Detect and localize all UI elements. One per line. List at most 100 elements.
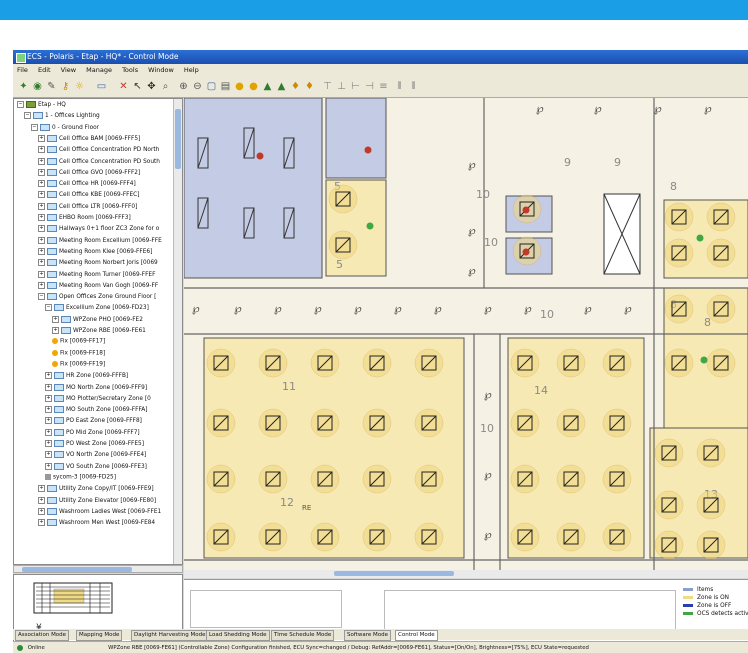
delete-icon[interactable]: ✕: [117, 80, 130, 93]
menu-window[interactable]: Window: [144, 64, 178, 77]
expand-toggle-icon[interactable]: +: [45, 451, 52, 459]
menu-help[interactable]: Help: [180, 64, 203, 77]
device-icon[interactable]: ◉: [31, 80, 44, 93]
tree-horizontal-scrollbar[interactable]: [13, 565, 183, 573]
expand-toggle-icon[interactable]: +: [45, 428, 52, 436]
expand-toggle-icon[interactable]: +: [38, 259, 45, 267]
expand-toggle-icon[interactable]: +: [38, 485, 45, 493]
zone-number-label[interactable]: 10: [480, 422, 494, 435]
tab-daylight-harvesting-mode[interactable]: Daylight Harvesting Mode: [131, 630, 209, 641]
menu-file[interactable]: File: [13, 64, 32, 77]
tree-node[interactable]: + PO East Zone [0069-FFF8]: [45, 417, 142, 425]
tree-node[interactable]: + Hallways 0+1 floor ZC3 Zone for o: [38, 225, 159, 233]
tab-association-mode[interactable]: Association Mode: [15, 630, 70, 641]
tree-node[interactable]: + Utility Zone Elevator [0069-FE80]: [38, 496, 156, 505]
tree-node[interactable]: + MO North Zone [0069-FFF9]: [45, 383, 147, 392]
tree-node[interactable]: + Meeting Room Turner [0069-FFEF: [38, 270, 155, 279]
expand-toggle-icon[interactable]: +: [45, 394, 52, 402]
expand-toggle-icon[interactable]: +: [45, 383, 52, 391]
zone-number-label[interactable]: 14: [534, 384, 548, 397]
tree-node[interactable]: + Meeting Room Excellium [0069-FFE: [38, 236, 162, 245]
tree-node[interactable]: + PO Mid Zone [0069-FFF7]: [45, 428, 140, 437]
align-icon-3[interactable]: ⊢: [349, 80, 362, 93]
move-icon[interactable]: ✥: [145, 80, 158, 93]
tree-node[interactable]: − Excellium Zone [0069-FD23]: [45, 304, 149, 312]
expand-toggle-icon[interactable]: +: [45, 440, 52, 447]
expand-toggle-icon[interactable]: +: [45, 417, 52, 425]
tree-node[interactable]: + MO Plotter/Secretary Zone [0: [45, 394, 151, 403]
align-icon-5[interactable]: ≡: [377, 80, 390, 93]
expand-toggle-icon[interactable]: +: [38, 191, 45, 199]
zone-number-label[interactable]: 10: [540, 308, 554, 321]
align-icon-2[interactable]: ⊥: [335, 80, 348, 93]
tree-node[interactable]: + Cell Office GVO [0069-FFF2]: [38, 168, 140, 177]
plan-hscroll-thumb[interactable]: [334, 571, 454, 576]
menu-view[interactable]: View: [57, 64, 80, 77]
lamp-icon[interactable]: ♦: [289, 80, 302, 93]
expand-toggle-icon[interactable]: +: [38, 519, 45, 527]
expand-toggle-icon[interactable]: +: [38, 247, 45, 255]
align-icon[interactable]: ⊤: [321, 80, 334, 93]
menu-tools[interactable]: Tools: [118, 64, 142, 77]
expand-toggle-icon[interactable]: +: [45, 372, 52, 380]
tree-node[interactable]: + Utility Zone Copy/IT [0069-FFE9]: [38, 485, 154, 493]
expand-toggle-icon[interactable]: +: [52, 315, 59, 323]
tree-node[interactable]: + Meeting Room Norbert Joris [0069: [38, 259, 158, 267]
expand-toggle-icon[interactable]: +: [38, 281, 45, 289]
tree-node[interactable]: + PO West Zone [0069-FFE5]: [45, 440, 144, 448]
tree-node[interactable]: + Washroom Men West [0069-FE84: [38, 519, 155, 527]
expand-toggle-icon[interactable]: +: [38, 180, 45, 188]
expand-toggle-icon[interactable]: −: [24, 112, 31, 120]
expand-toggle-icon[interactable]: −: [45, 304, 52, 312]
tree-node[interactable]: − 1 - Offices Lighting: [24, 112, 100, 120]
tree-scroll-thumb[interactable]: [175, 109, 181, 169]
tree-node[interactable]: sycom-3 [0069-FD25]: [45, 473, 116, 482]
menu-edit[interactable]: Edit: [34, 64, 55, 77]
tab-mapping-mode[interactable]: Mapping Mode: [76, 630, 123, 641]
tree-node[interactable]: + Meeting Room Klee [0069-FFE6]: [38, 247, 152, 256]
group-icon-2[interactable]: ▲: [275, 80, 288, 93]
expand-toggle-icon[interactable]: −: [31, 123, 38, 131]
bulb-icon-2[interactable]: ●: [247, 80, 260, 93]
plan-horizontal-scrollbar[interactable]: [184, 570, 748, 578]
expand-toggle-icon[interactable]: +: [45, 462, 52, 470]
zone-cell-offices-west[interactable]: [184, 98, 323, 279]
tree-vertical-scrollbar[interactable]: [173, 99, 182, 564]
tab-control-mode[interactable]: Control Mode: [395, 630, 438, 641]
fit-icon[interactable]: ▢: [205, 80, 218, 93]
expand-toggle-icon[interactable]: +: [38, 225, 45, 233]
expand-toggle-icon[interactable]: +: [38, 146, 45, 154]
tab-load-shedding-mode[interactable]: Load Shedding Mode: [206, 630, 270, 641]
tree-node[interactable]: − Etap - HQ: [17, 101, 66, 109]
zoom-out-icon[interactable]: ⊖: [191, 80, 204, 93]
tab-software-mode[interactable]: Software Mode: [344, 630, 391, 641]
tree-node[interactable]: Fix [0069-FF17]: [52, 338, 105, 346]
expand-toggle-icon[interactable]: −: [17, 101, 24, 108]
tree-node[interactable]: + Washroom Ladies West [0069-FFE1: [38, 507, 161, 516]
expand-toggle-icon[interactable]: +: [52, 327, 59, 334]
tab-time-schedule-mode[interactable]: Time Schedule Mode: [271, 630, 335, 641]
pencil-icon[interactable]: ✎: [45, 80, 58, 93]
distribute-icon[interactable]: ⦀: [393, 80, 406, 93]
expand-toggle-icon[interactable]: +: [38, 202, 45, 210]
zone-number-label[interactable]: 10: [484, 236, 498, 249]
zone-number-label[interactable]: 9: [614, 156, 621, 169]
zone-number-label[interactable]: 5: [336, 258, 343, 271]
pointer-icon[interactable]: ↖: [131, 80, 144, 93]
expand-toggle-icon[interactable]: +: [45, 406, 52, 414]
tree-node[interactable]: Fix [0069-FF19]: [52, 360, 105, 369]
expand-toggle-icon[interactable]: +: [38, 168, 45, 176]
align-icon-4[interactable]: ⊣: [363, 80, 376, 93]
tree-node[interactable]: + Meeting Room Van Gogh [0069-FF: [38, 281, 158, 290]
expand-toggle-icon[interactable]: +: [38, 270, 45, 278]
menu-manage[interactable]: Manage: [82, 64, 116, 77]
floor-plan-canvas[interactable]: 55109988810101114101213RE℘℘℘℘℘℘℘℘℘℘℘℘℘℘℘…: [184, 98, 748, 570]
tree-node[interactable]: − 0 - Ground Floor: [31, 123, 99, 132]
tree-node[interactable]: + Cell Office LTR [0069-FFF0]: [38, 202, 137, 211]
zoom-in-icon[interactable]: ⊕: [177, 80, 190, 93]
tree-hscroll-thumb[interactable]: [22, 567, 132, 572]
zone-number-label[interactable]: 12: [280, 496, 294, 509]
tree-node[interactable]: + EHBO Room [0069-FFF3]: [38, 214, 131, 222]
zone-number-label[interactable]: 8: [670, 180, 677, 193]
tree-node[interactable]: + Cell Office HR [0069-FFF4]: [38, 180, 136, 188]
